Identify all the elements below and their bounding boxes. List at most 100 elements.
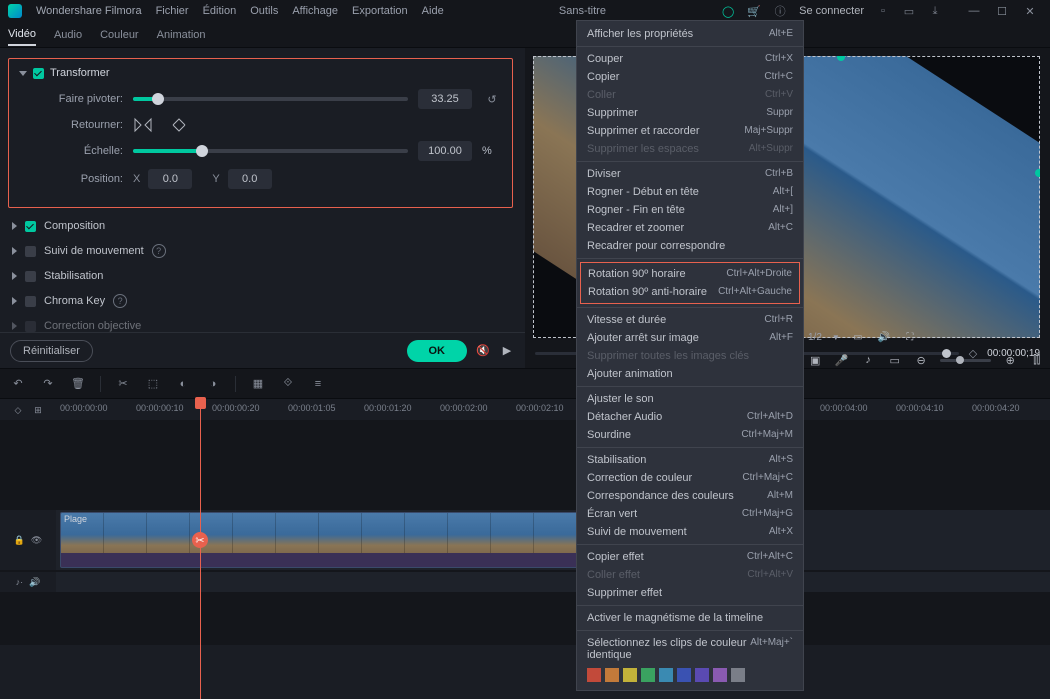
context-item[interactable]: Rotation 90º horaireCtrl+Alt+Droite bbox=[581, 265, 799, 283]
color-swatch[interactable] bbox=[677, 668, 691, 682]
context-item[interactable]: SourdineCtrl+Maj+M bbox=[577, 426, 803, 444]
menu-file[interactable]: Fichier bbox=[156, 5, 189, 17]
volume-icon[interactable]: 🔊 bbox=[876, 329, 892, 345]
settings-icon[interactable]: ≡ bbox=[310, 376, 326, 392]
color-swatch[interactable] bbox=[713, 668, 727, 682]
lock-icon[interactable]: 🔒 bbox=[14, 535, 25, 546]
color-swatch[interactable] bbox=[695, 668, 709, 682]
color-swatch[interactable] bbox=[641, 668, 655, 682]
fit-icon[interactable]: ⫿⫿ bbox=[1029, 352, 1043, 368]
eye-icon[interactable]: 👁 bbox=[31, 535, 42, 546]
composition-section[interactable]: Composition bbox=[8, 214, 513, 238]
motion-tracking-section[interactable]: Suivi de mouvement? bbox=[8, 238, 513, 264]
color-swatch[interactable] bbox=[605, 668, 619, 682]
mute-icon[interactable]: 🔇 bbox=[475, 343, 491, 359]
context-item[interactable]: Recadrer et zoomerAlt+C bbox=[577, 219, 803, 237]
context-item[interactable]: SupprimerSuppr bbox=[577, 104, 803, 122]
scale-slider[interactable] bbox=[133, 149, 408, 153]
context-item[interactable]: Suivi de mouvementAlt+X bbox=[577, 523, 803, 541]
rotate-slider[interactable] bbox=[133, 97, 408, 101]
music-icon[interactable]: ♪ bbox=[861, 352, 875, 368]
rotate-value[interactable]: 33.25 bbox=[418, 89, 472, 109]
delete-icon[interactable]: 🗑 bbox=[70, 376, 86, 392]
menu-edit[interactable]: Édition bbox=[203, 5, 237, 17]
mic-icon[interactable]: 🎤 bbox=[834, 352, 848, 368]
tab-audio[interactable]: Audio bbox=[54, 25, 82, 45]
signin-link[interactable]: Se connecter bbox=[799, 5, 864, 17]
window-close[interactable]: ✕ bbox=[1018, 2, 1042, 20]
track-header[interactable]: 🔒 👁 bbox=[0, 510, 56, 570]
help-icon[interactable]: ? bbox=[113, 294, 127, 308]
context-item[interactable]: Rogner - Fin en têteAlt+] bbox=[577, 201, 803, 219]
context-item[interactable]: CopierCtrl+C bbox=[577, 68, 803, 86]
menu-tools[interactable]: Outils bbox=[250, 5, 278, 17]
save-icon[interactable]: ▫ bbox=[876, 4, 890, 18]
stab-checkbox[interactable] bbox=[25, 271, 36, 282]
cut-icon[interactable]: ✂ bbox=[115, 376, 131, 392]
window-minimize[interactable]: — bbox=[962, 2, 986, 20]
menu-export[interactable]: Exportation bbox=[352, 5, 408, 17]
color-swatch[interactable] bbox=[587, 668, 601, 682]
composition-checkbox[interactable] bbox=[25, 221, 36, 232]
context-item[interactable]: StabilisationAlt+S bbox=[577, 451, 803, 469]
speaker-icon[interactable]: 🔊 bbox=[29, 577, 40, 588]
context-item[interactable]: Supprimer et raccorderMaj+Suppr bbox=[577, 122, 803, 140]
pos-y-value[interactable]: 0.0 bbox=[228, 169, 272, 189]
motion-checkbox[interactable] bbox=[25, 246, 36, 257]
greenscreen-icon[interactable]: ▦ bbox=[250, 376, 266, 392]
tab-color[interactable]: Couleur bbox=[100, 25, 139, 45]
context-item[interactable]: Rogner - Début en têteAlt+[ bbox=[577, 183, 803, 201]
context-item[interactable]: Copier effetCtrl+Alt+C bbox=[577, 548, 803, 566]
zoom-in-icon[interactable]: ⊕ bbox=[1003, 352, 1017, 368]
color-icon[interactable]: ◑ bbox=[205, 376, 221, 392]
context-item[interactable]: Sélectionnez les clips de couleur identi… bbox=[577, 634, 803, 664]
flip-horizontal-icon[interactable] bbox=[133, 117, 153, 133]
context-item[interactable]: Recadrer pour correspondre bbox=[577, 237, 803, 255]
context-item[interactable]: Ajouter animation bbox=[577, 365, 803, 383]
flip-vertical-icon[interactable] bbox=[169, 117, 189, 133]
color-swatch[interactable] bbox=[659, 668, 673, 682]
context-item[interactable]: Correction de couleurCtrl+Maj+C bbox=[577, 469, 803, 487]
redo-icon[interactable]: ↷ bbox=[40, 376, 56, 392]
reset-button[interactable]: Réinitialiser bbox=[10, 340, 93, 362]
video-clip[interactable]: Plage bbox=[60, 512, 578, 568]
cut-marker-icon[interactable]: ✂ bbox=[192, 532, 208, 548]
lens-checkbox[interactable] bbox=[25, 321, 36, 332]
context-item[interactable]: CouperCtrl+X bbox=[577, 50, 803, 68]
ratio-dropdown[interactable]: 1/2 bbox=[808, 332, 822, 343]
context-item[interactable]: Activer le magnétisme de la timeline bbox=[577, 609, 803, 627]
context-item[interactable]: DiviserCtrl+B bbox=[577, 165, 803, 183]
menu-view[interactable]: Affichage bbox=[292, 5, 338, 17]
zoom-slider[interactable] bbox=[940, 359, 991, 362]
headset-icon[interactable]: ◯ bbox=[721, 4, 735, 18]
rotate-reset-icon[interactable]: ↺ bbox=[482, 89, 502, 109]
marker-icon[interactable]: ▭ bbox=[887, 352, 901, 368]
context-item[interactable]: Ajouter arrêt sur imageAlt+F bbox=[577, 329, 803, 347]
chromakey-section[interactable]: Chroma Key? bbox=[8, 288, 513, 314]
context-item[interactable]: Ajuster le son bbox=[577, 390, 803, 408]
crop-icon[interactable]: ⬚ bbox=[145, 376, 161, 392]
context-item[interactable]: Correspondance des couleursAlt+M bbox=[577, 487, 803, 505]
undo-icon[interactable]: ↶ bbox=[10, 376, 26, 392]
download-icon[interactable]: ⤓ bbox=[928, 4, 942, 18]
marker-add-icon[interactable]: ◇ bbox=[10, 402, 26, 418]
collapse-icon[interactable] bbox=[19, 71, 27, 76]
lens-section[interactable]: Correction objective bbox=[8, 314, 513, 332]
help-icon[interactable]: ? bbox=[152, 244, 166, 258]
play-icon[interactable]: ▶ bbox=[499, 343, 515, 359]
info-icon[interactable]: ⓘ bbox=[773, 4, 787, 18]
color-swatch[interactable] bbox=[623, 668, 637, 682]
marker-nav-icon[interactable]: ⊞ bbox=[30, 402, 46, 418]
menu-help[interactable]: Aide bbox=[422, 5, 444, 17]
transform-checkbox[interactable] bbox=[33, 68, 44, 79]
cloud-icon[interactable]: ▭ bbox=[902, 4, 916, 18]
context-item[interactable]: Vitesse et duréeCtrl+R bbox=[577, 311, 803, 329]
context-item[interactable]: Afficher les propriétésAlt+E bbox=[577, 25, 803, 43]
tab-animation[interactable]: Animation bbox=[157, 25, 206, 45]
transition-icon[interactable]: ⟐ bbox=[280, 376, 296, 392]
pos-x-value[interactable]: 0.0 bbox=[148, 169, 192, 189]
snapshot-icon[interactable]: ▣ bbox=[808, 352, 822, 368]
ok-button[interactable]: OK bbox=[407, 340, 468, 362]
scale-value[interactable]: 100.00 bbox=[418, 141, 472, 161]
track-header[interactable]: ♪· 🔊 bbox=[0, 572, 56, 592]
